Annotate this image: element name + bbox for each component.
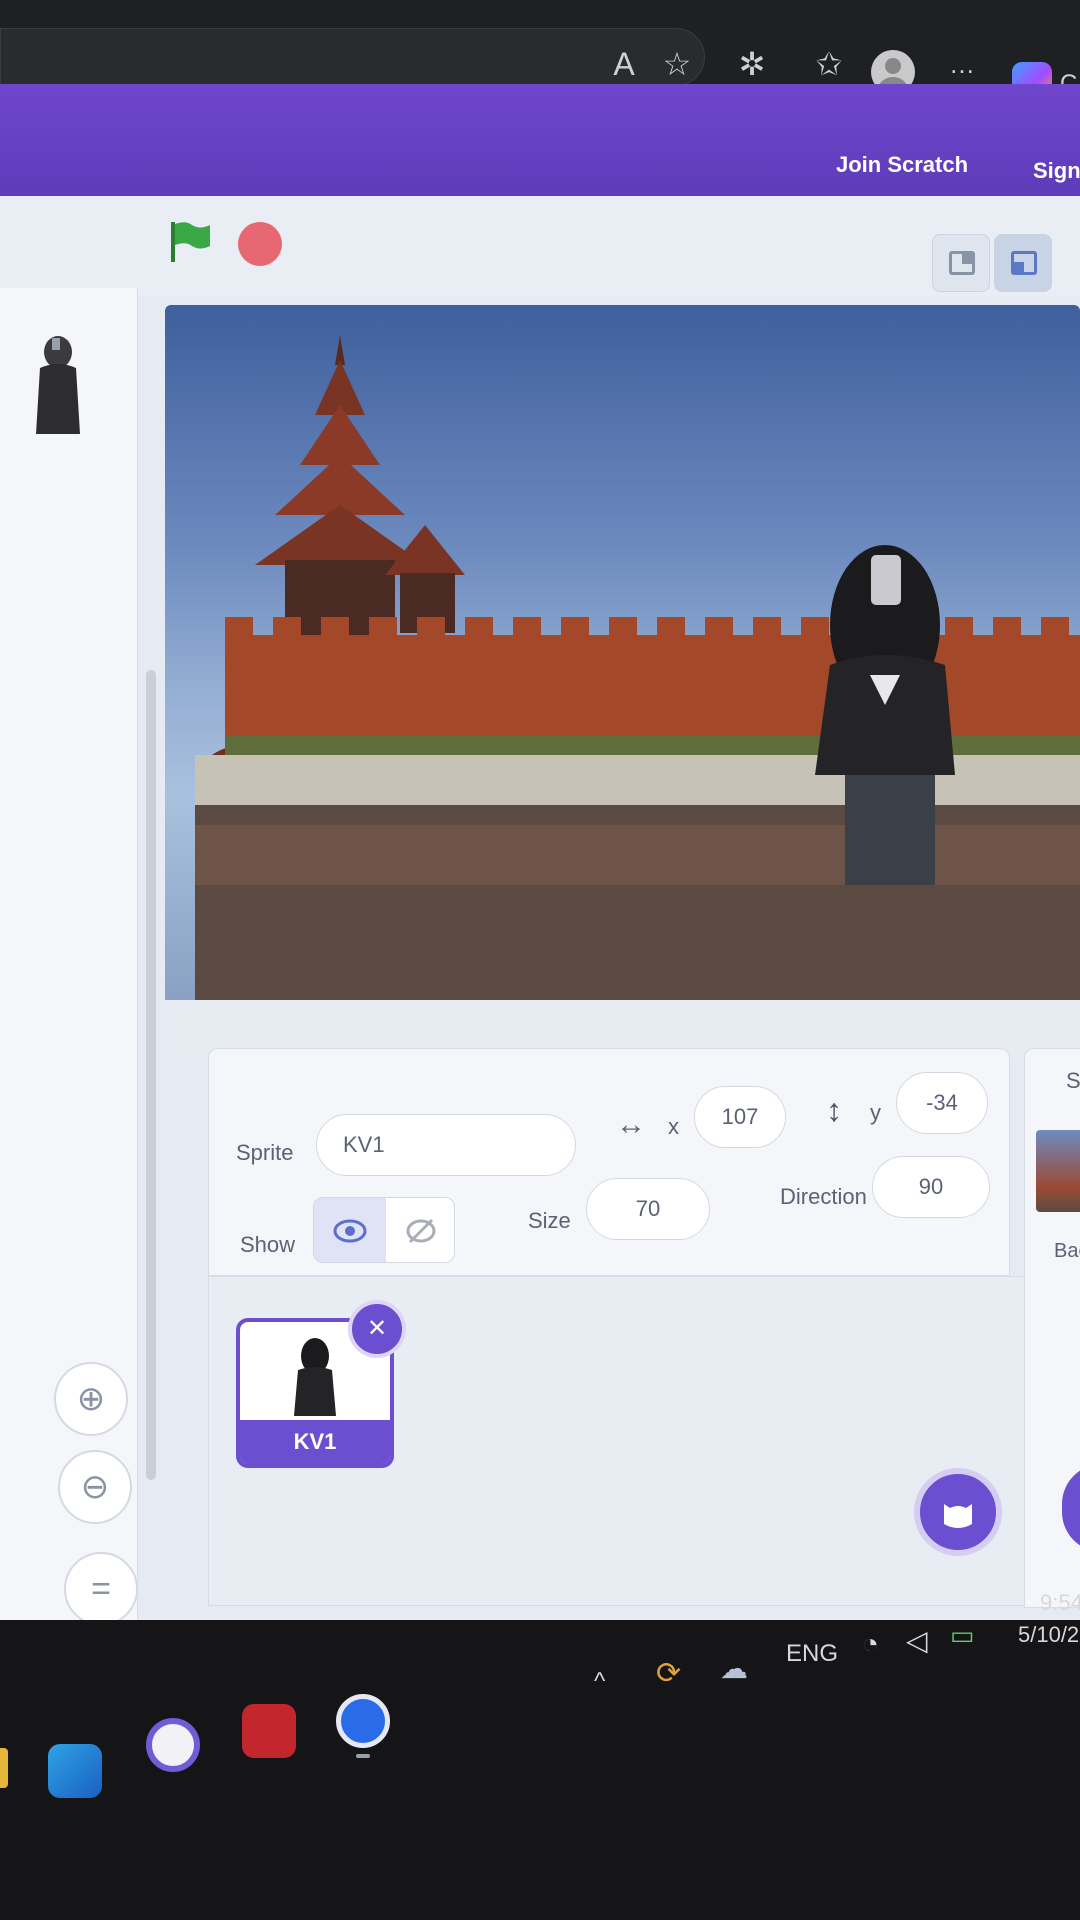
small-stage-button[interactable] bbox=[932, 234, 990, 292]
y-arrows-icon: ↕ bbox=[826, 1092, 842, 1128]
zoom-in-icon[interactable]: ⊕ bbox=[54, 1362, 128, 1436]
stage-backdrop-image bbox=[195, 335, 1080, 1005]
backdrops-label: Bac bbox=[1054, 1240, 1080, 1262]
join-scratch-link[interactable]: Join Scratch bbox=[836, 152, 968, 178]
x-position-field[interactable]: 107 bbox=[694, 1086, 786, 1148]
y-position-field[interactable]: -34 bbox=[896, 1072, 988, 1134]
sprite-preview-thumbnail bbox=[36, 336, 80, 434]
volume-icon[interactable]: ◁ bbox=[906, 1624, 928, 1657]
sync-icon[interactable]: ⟳ bbox=[656, 1656, 681, 1691]
sprite-name-label: Sprite bbox=[236, 1140, 294, 1165]
stage-canvas[interactable] bbox=[165, 305, 1080, 1005]
green-flag-icon[interactable] bbox=[168, 220, 212, 262]
outlook-icon[interactable] bbox=[48, 1744, 102, 1798]
active-app-indicator bbox=[356, 1754, 370, 1758]
y-label: y bbox=[870, 1100, 881, 1125]
file-explorer-icon[interactable] bbox=[0, 1748, 8, 1788]
read-aloud-icon[interactable]: A bbox=[604, 44, 644, 84]
favorites-icon[interactable]: ✩ bbox=[809, 44, 849, 84]
size-label: Size bbox=[528, 1208, 571, 1233]
x-arrows-icon: ↔ bbox=[616, 1108, 646, 1141]
onedrive-icon[interactable]: ☁ bbox=[720, 1652, 748, 1685]
address-bar[interactable] bbox=[0, 28, 705, 86]
x-label: x bbox=[668, 1114, 679, 1139]
show-hidden-icons-chevron[interactable]: ^ bbox=[594, 1668, 605, 1696]
clock-time[interactable]: 9:54 bbox=[1040, 1590, 1080, 1616]
show-label: Show bbox=[240, 1232, 296, 1257]
extensions-icon[interactable]: ✲ bbox=[732, 44, 772, 84]
stop-icon[interactable] bbox=[238, 222, 282, 266]
viber-icon[interactable] bbox=[146, 1718, 200, 1772]
stage-controls-bar bbox=[0, 196, 1080, 296]
show-toggle-group bbox=[313, 1197, 455, 1263]
scratch-menu-bar bbox=[0, 84, 1080, 202]
direction-label: Direction bbox=[780, 1184, 867, 1209]
normal-stage-button[interactable] bbox=[994, 234, 1052, 292]
clock-date[interactable]: 5/10/2 bbox=[1018, 1622, 1079, 1648]
stage-tab-label: Sta bbox=[1066, 1068, 1080, 1093]
sprite-tile-label: KV1 bbox=[240, 1420, 390, 1464]
eye-off-icon[interactable] bbox=[386, 1198, 454, 1262]
sign-in-link[interactable]: Sign bbox=[1033, 158, 1080, 184]
stage-backdrop-thumbnail[interactable] bbox=[1036, 1130, 1080, 1212]
wifi-icon[interactable]: ◔ bbox=[862, 1628, 879, 1660]
code-area-scrollbar[interactable] bbox=[146, 670, 156, 1480]
favorite-star-icon[interactable]: ☆ bbox=[657, 44, 697, 84]
direction-field[interactable]: 90 bbox=[872, 1156, 990, 1218]
reset-zoom-icon[interactable]: = bbox=[64, 1552, 138, 1626]
trash-icon[interactable]: ✕ bbox=[348, 1300, 406, 1358]
add-sprite-cat-icon[interactable] bbox=[914, 1468, 1002, 1556]
more-options-icon[interactable]: … bbox=[942, 44, 982, 84]
size-field[interactable]: 70 bbox=[586, 1178, 710, 1240]
eye-icon[interactable] bbox=[314, 1198, 386, 1262]
messaging-app-icon[interactable] bbox=[336, 1694, 390, 1748]
pdf-app-icon[interactable] bbox=[242, 1704, 296, 1758]
zoom-out-icon[interactable]: ⊖ bbox=[58, 1450, 132, 1524]
language-indicator[interactable]: ENG bbox=[786, 1640, 838, 1668]
battery-icon[interactable]: ▭ bbox=[950, 1620, 975, 1651]
sprite-name-field[interactable]: KV1 bbox=[316, 1114, 576, 1176]
